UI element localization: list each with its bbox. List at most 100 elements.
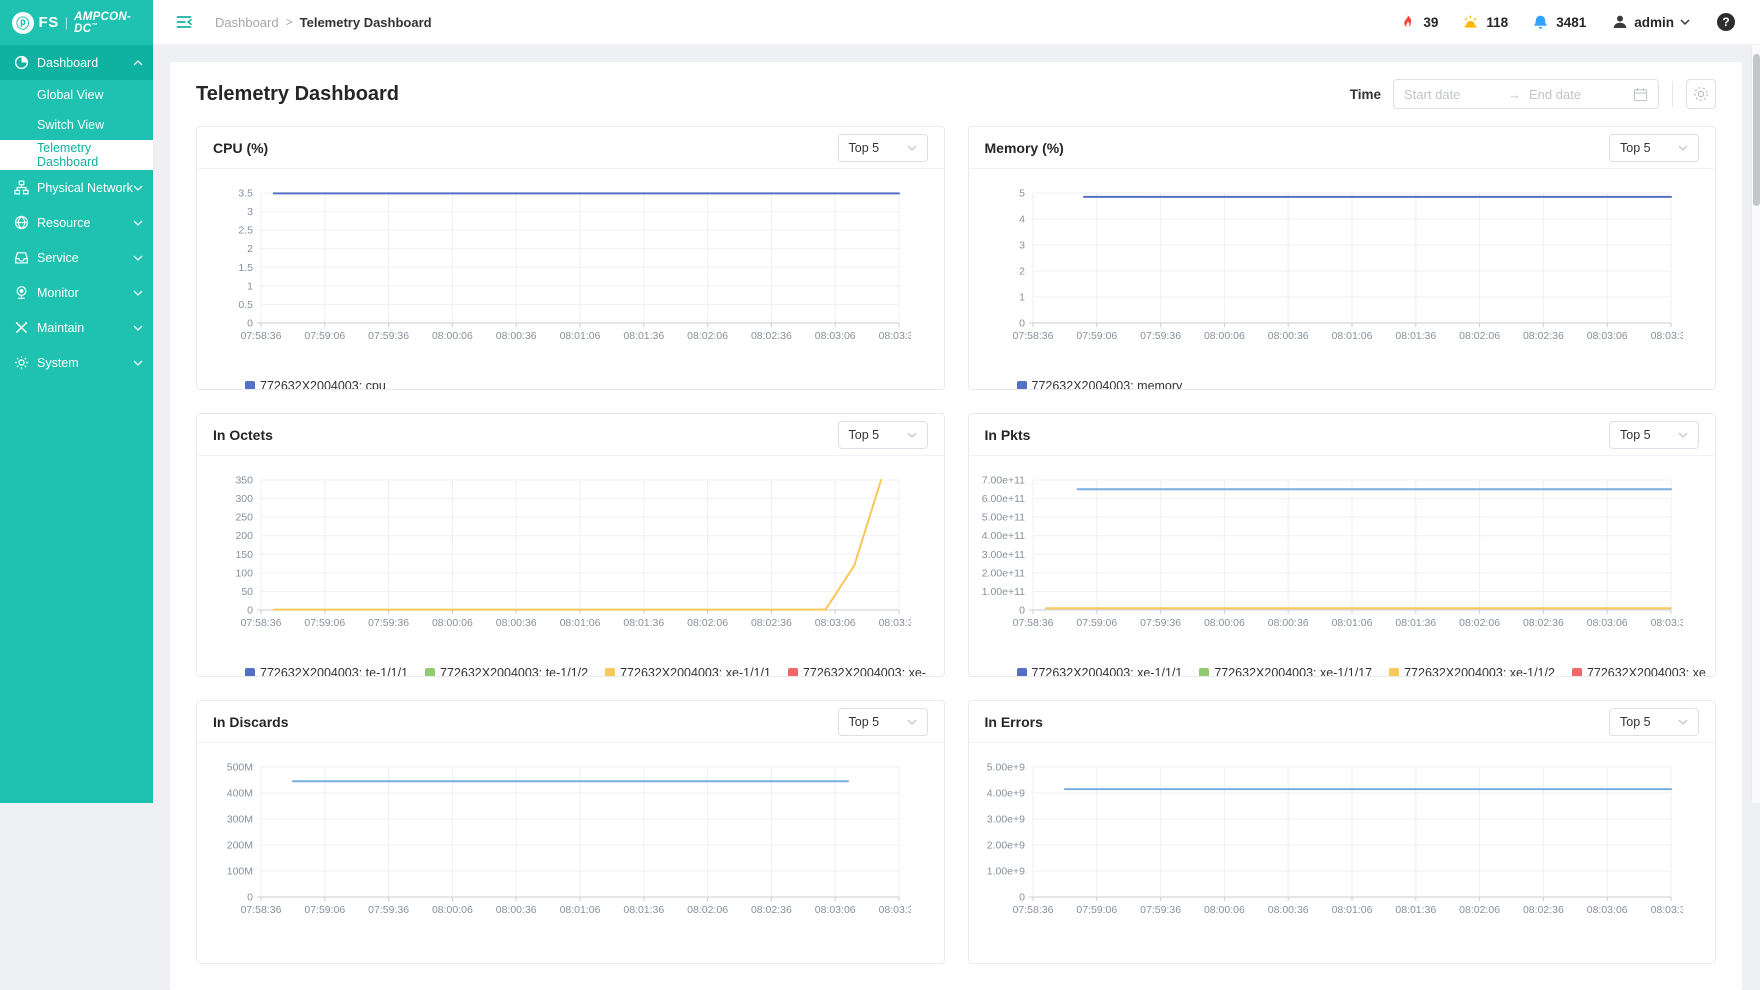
sidebar: ⓟ FS | AMPCON-DC™ Dashboard Global ViewSw… (0, 0, 153, 803)
svg-text:100: 100 (235, 567, 253, 579)
top-n-select[interactable]: Top 5 (838, 134, 928, 162)
flame-icon (1399, 14, 1416, 31)
help-icon[interactable]: ? (1716, 12, 1736, 32)
sidebar-item-label: Maintain (37, 321, 133, 335)
chevron-down-icon (907, 432, 917, 438)
chart-body: 01234507:58:3607:59:0607:59:3608:00:0608… (969, 169, 1716, 390)
sidebar-item-resource[interactable]: Resource (0, 205, 153, 240)
legend-swatch-icon (605, 668, 615, 677)
scrollbar-thumb[interactable] (1753, 54, 1760, 206)
sidebar-item-system[interactable]: System (0, 345, 153, 380)
sidebar-item-monitor[interactable]: Monitor (0, 275, 153, 310)
chart-legend: 772632X2004003: cpu (245, 376, 934, 390)
legend-item[interactable]: 772632X2004003: xe (1572, 666, 1706, 677)
chart-body: 01.00e+92.00e+93.00e+94.00e+95.00e+907:5… (969, 743, 1716, 944)
legend-item[interactable]: 772632X2004003: xe- (788, 666, 926, 677)
legend-item[interactable]: 772632X2004003: memory (1017, 379, 1183, 390)
svg-text:1.5: 1.5 (238, 262, 253, 274)
sidebar-item-label: Service (37, 251, 133, 265)
svg-text:07:59:36: 07:59:36 (368, 330, 409, 342)
chart-card-in-discards: In DiscardsTop 50100M200M300M400M500M07:… (196, 700, 945, 964)
sidebar-item-service[interactable]: Service (0, 240, 153, 275)
top-header: Dashboard > Telemetry Dashboard 39118348… (153, 0, 1760, 45)
sidebar-item-label: Dashboard (37, 56, 133, 70)
monitor-icon (14, 285, 29, 300)
svg-text:1: 1 (247, 280, 253, 292)
legend-swatch-icon (245, 668, 255, 677)
chevron-down-icon (1678, 145, 1688, 151)
top-n-select[interactable]: Top 5 (1609, 134, 1699, 162)
start-date-input[interactable]: Start date (1404, 87, 1500, 102)
svg-text:300: 300 (235, 493, 253, 505)
settings-button[interactable] (1686, 79, 1716, 109)
legend-item[interactable]: 772632X2004003: xe-1/1/17 (1199, 666, 1372, 677)
calendar-icon (1633, 87, 1648, 102)
chart-canvas[interactable]: 01.00e+112.00e+113.00e+114.00e+115.00e+1… (977, 464, 1683, 652)
chart-card-header: CPU (%)Top 5 (197, 127, 944, 169)
vertical-divider (1672, 81, 1673, 107)
legend-item[interactable]: 772632X2004003: xe-1/1/2 (1389, 666, 1555, 677)
svg-text:4: 4 (1019, 214, 1025, 226)
sidebar-nav: Dashboard Global ViewSwitch ViewTelemetry… (0, 45, 153, 380)
top-n-select[interactable]: Top 5 (1609, 421, 1699, 449)
svg-text:08:02:36: 08:02:36 (751, 330, 792, 342)
app-logo[interactable]: ⓟ FS | AMPCON-DC™ (0, 0, 153, 45)
chart-canvas[interactable]: 01234507:58:3607:59:0607:59:3608:00:0608… (977, 177, 1683, 365)
sidebar-item-label: Monitor (37, 286, 133, 300)
legend-swatch-icon (245, 381, 255, 390)
chart-canvas[interactable]: 05010015020025030035007:58:3607:59:0607:… (205, 464, 911, 652)
logo-divider: | (65, 15, 68, 30)
svg-text:08:03:36: 08:03:36 (1650, 904, 1682, 916)
sidebar-item-global-view[interactable]: Global View (0, 80, 153, 110)
vertical-scrollbar[interactable] (1751, 45, 1760, 803)
legend-item[interactable]: 772632X2004003: cpu (245, 379, 386, 390)
end-date-input[interactable]: End date (1529, 87, 1625, 102)
menu-fold-icon[interactable] (175, 13, 193, 31)
svg-text:08:03:36: 08:03:36 (879, 330, 911, 342)
svg-text:1.00e+9: 1.00e+9 (986, 866, 1024, 878)
notification-alarm[interactable]: 118 (1462, 14, 1508, 31)
legend-swatch-icon (1199, 668, 1209, 677)
notification-flame[interactable]: 39 (1399, 14, 1438, 31)
legend-item[interactable]: 772632X2004003: xe-1/1/1 (605, 666, 771, 677)
legend-label: 772632X2004003: te-1/1/1 (260, 666, 408, 677)
page-title: Telemetry Dashboard (196, 83, 399, 106)
chart-title: In Pkts (985, 427, 1031, 443)
svg-text:350: 350 (235, 475, 253, 487)
chart-card-header: In Pkts Top 5 (969, 414, 1716, 456)
svg-text:08:00:36: 08:00:36 (1267, 904, 1308, 916)
sidebar-item-maintain[interactable]: Maintain (0, 310, 153, 345)
svg-text:07:59:36: 07:59:36 (368, 904, 409, 916)
chart-canvas[interactable]: 0100M200M300M400M500M07:58:3607:59:0607:… (205, 751, 911, 939)
sidebar-item-switch-view[interactable]: Switch View (0, 110, 153, 140)
top-n-select[interactable]: Top 5 (1609, 708, 1699, 736)
svg-text:08:01:36: 08:01:36 (1395, 904, 1436, 916)
svg-text:2.00e+11: 2.00e+11 (981, 567, 1024, 579)
svg-text:0: 0 (247, 605, 253, 617)
legend-swatch-icon (1389, 668, 1399, 677)
notification-bell[interactable]: 3481 (1532, 14, 1586, 31)
globe-icon (14, 215, 29, 230)
user-menu[interactable]: admin (1612, 14, 1690, 30)
chevron-down-icon (1680, 19, 1690, 25)
sidebar-item-telemetry-dashboard[interactable]: Telemetry Dashboard (0, 140, 153, 170)
chart-canvas[interactable]: 00.511.522.533.507:58:3607:59:0607:59:36… (205, 177, 911, 365)
sidebar-item-physical-network[interactable]: Physical Network (0, 170, 153, 205)
breadcrumb-dashboard[interactable]: Dashboard (215, 15, 279, 30)
legend-item[interactable]: 772632X2004003: xe-1/1/1 (1017, 666, 1183, 677)
top-n-select[interactable]: Top 5 (838, 421, 928, 449)
service-icon (14, 250, 29, 265)
top-n-select[interactable]: Top 5 (838, 708, 928, 736)
legend-item[interactable]: 772632X2004003: te-1/1/1 (245, 666, 408, 677)
svg-text:08:01:36: 08:01:36 (623, 330, 664, 342)
svg-text:08:03:06: 08:03:06 (815, 617, 856, 629)
svg-text:08:00:36: 08:00:36 (1267, 330, 1308, 342)
legend-item[interactable]: 772632X2004003: te-1/1/2 (425, 666, 588, 677)
sidebar-item-dashboard[interactable]: Dashboard (0, 45, 153, 80)
svg-text:0: 0 (247, 318, 253, 330)
svg-text:07:59:06: 07:59:06 (1076, 904, 1117, 916)
date-range-picker[interactable]: Start date → End date (1393, 79, 1659, 109)
svg-text:07:58:36: 07:58:36 (1012, 330, 1053, 342)
chart-title: In Octets (213, 427, 273, 443)
chart-canvas[interactable]: 01.00e+92.00e+93.00e+94.00e+95.00e+907:5… (977, 751, 1683, 939)
